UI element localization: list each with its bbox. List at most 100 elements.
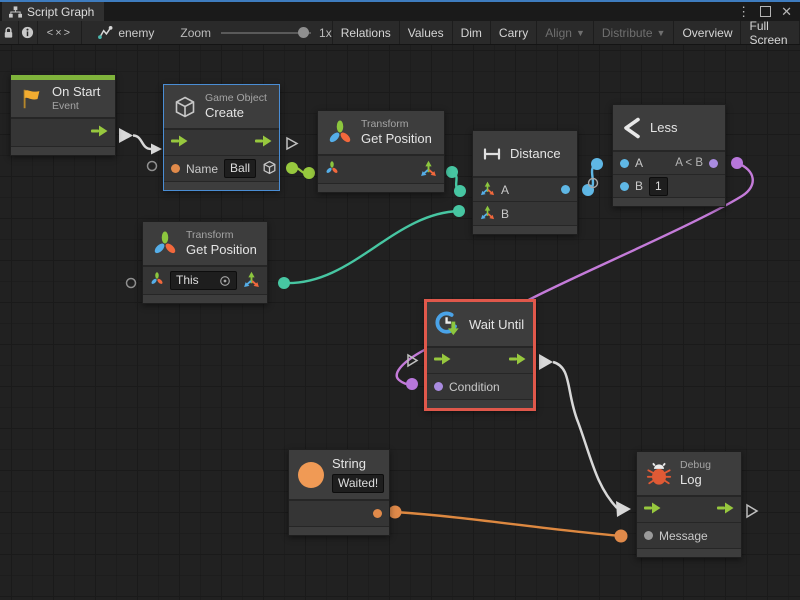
info-icon [21,26,34,39]
port-label: Condition [449,380,500,394]
relations-button[interactable]: Relations [332,21,400,44]
flow-input-port[interactable] [171,135,188,150]
flow-arrow-icon [255,135,272,147]
node-less[interactable]: Less A A < B B 1 [612,104,726,207]
node-subtitle: Debug [680,459,711,472]
bug-icon [646,461,672,487]
lock-button[interactable] [0,21,19,44]
graph-breadcrumb[interactable]: enemy [98,26,154,40]
graph-name: enemy [118,26,154,40]
string-value-field[interactable]: Waited! [332,474,384,493]
node-title: Wait Until [469,317,524,332]
clock-timer-icon [434,310,463,339]
flow-arrow-icon [91,125,108,137]
node-footer [613,197,725,206]
node-create[interactable]: Game Object Create Name Ball [163,84,280,191]
window-menu-icon[interactable]: ⋮ [737,5,750,18]
overview-button[interactable]: Overview [674,21,741,44]
flow-output-port[interactable] [717,502,734,517]
dropdown-caret-icon: ▼ [657,28,666,38]
vector-input-port-b[interactable] [480,205,495,223]
node-get-position-2[interactable]: Transform Get Position This [142,221,268,304]
cube-icon [262,160,277,175]
align-dropdown[interactable]: Align▼ [537,21,594,44]
position-output-port[interactable] [243,271,260,291]
axis-arrows-icon [420,160,437,177]
object-picker-icon[interactable] [219,275,231,287]
port-label: Name [186,162,218,176]
distribute-dropdown[interactable]: Distribute▼ [594,21,675,44]
port-label: A [635,156,643,170]
vector-input-port-a[interactable] [480,181,495,199]
target-object-field[interactable]: This [170,271,237,290]
port-label: Message [659,529,708,543]
transform-icon [150,272,164,286]
axis-arrows-icon [480,205,495,220]
script-graph-window: Script Graph ⋮ ✕ <×> enemy [0,0,800,600]
input-port-b[interactable] [620,182,629,191]
graph-icon [98,26,113,39]
node-subtitle: Event [52,100,100,113]
transform-icon [152,231,178,257]
flow-input-port[interactable] [434,353,451,368]
hierarchy-icon [9,6,22,18]
node-on-start[interactable]: On Start Event [10,74,116,156]
name-input-port[interactable] [171,164,180,173]
node-string-literal[interactable]: String Waited! [288,449,390,536]
node-title: Get Position [186,242,257,258]
transform-input-port[interactable] [325,161,339,178]
transform-input-port[interactable] [150,272,164,289]
flow-output-port[interactable] [91,125,108,140]
node-footer [11,146,115,155]
result-label: A < B [675,157,703,169]
node-distance[interactable]: Distance A B [472,130,578,235]
dim-button[interactable]: Dim [453,21,491,44]
node-footer [143,294,267,303]
axis-arrows-icon [243,271,260,288]
zoom-slider[interactable] [221,32,311,34]
tab-script-graph[interactable]: Script Graph [2,2,104,21]
input-port-a[interactable] [620,159,629,168]
transform-icon [325,161,339,175]
zoom-label: Zoom [180,26,211,40]
close-icon[interactable]: ✕ [781,5,792,18]
orange-circle-icon [298,462,324,488]
result-output-port[interactable] [709,159,718,168]
node-title: String [332,456,384,472]
b-value-field[interactable]: 1 [649,177,668,196]
node-debug-log[interactable]: Debug Log Message [636,451,742,558]
flag-icon [20,87,44,111]
transform-icon [327,120,353,146]
node-footer [427,399,533,408]
gameobject-output-port[interactable] [262,160,277,178]
name-value-field[interactable]: Ball [224,159,256,178]
tab-title: Script Graph [27,5,94,19]
graph-toolbar: <×> enemy Zoom 1x Relations Values Dim C… [0,21,800,45]
flow-arrow-icon [644,502,661,514]
align-center-button[interactable]: <×> [38,21,83,44]
message-input-port[interactable] [644,531,653,540]
node-subtitle: Game Object [205,92,267,105]
condition-input-port[interactable] [434,382,443,391]
info-button[interactable] [19,21,38,44]
node-wait-until[interactable]: Wait Until Condition [424,299,536,411]
node-footer [318,183,444,192]
carry-button[interactable]: Carry [491,21,537,44]
values-button[interactable]: Values [400,21,453,44]
node-footer [473,225,577,234]
string-output-port[interactable] [373,509,382,518]
flow-output-port[interactable] [509,353,526,368]
zoom-control: Zoom 1x [180,26,331,40]
maximize-icon[interactable] [760,6,771,17]
node-get-position-1[interactable]: Transform Get Position [317,110,445,193]
less-than-icon [622,117,642,139]
flow-input-port[interactable] [644,502,661,517]
zoom-slider-handle[interactable] [298,27,309,38]
distance-output-port[interactable] [561,185,570,194]
node-title: Distance [510,146,561,161]
fullscreen-button[interactable]: Full Screen [741,21,800,44]
node-title: Log [680,472,711,488]
position-output-port[interactable] [420,160,437,180]
flow-output-port[interactable] [255,135,272,150]
flow-arrow-icon [509,353,526,365]
